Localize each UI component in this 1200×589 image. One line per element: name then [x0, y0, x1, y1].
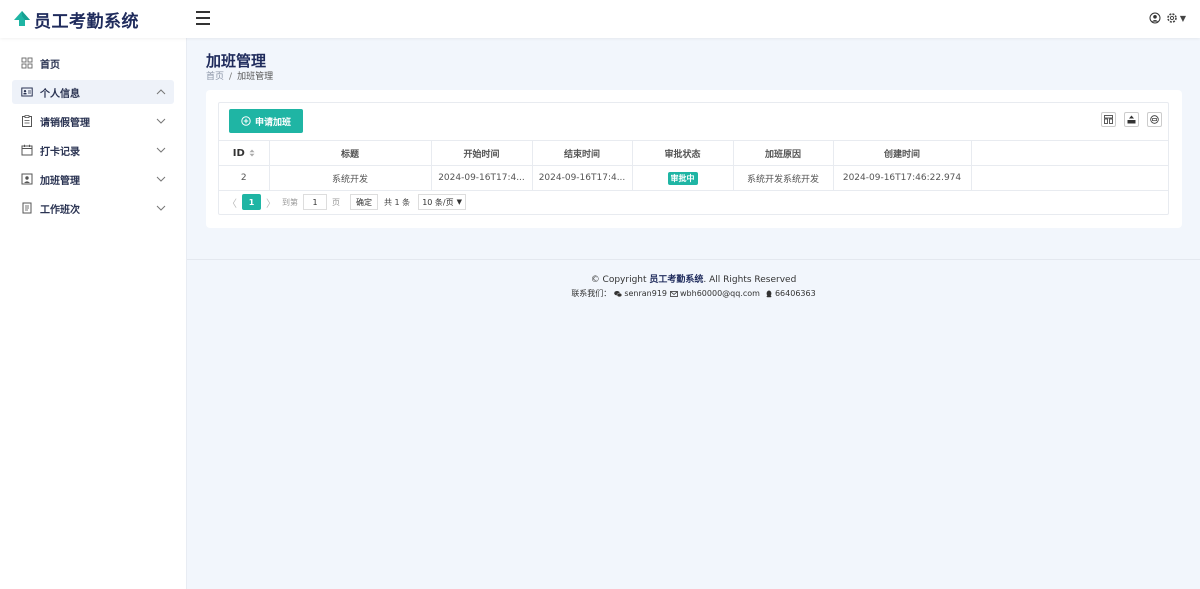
document-icon — [22, 202, 32, 214]
goto-prefix-label: 到第 — [282, 197, 298, 207]
calendar-icon — [21, 144, 33, 156]
cell-reason: 系统开发系统开发 — [733, 165, 834, 191]
sidebar: 首页 个人信息 请销假管理 打卡记录 加班管理 工作班次 — [0, 38, 187, 589]
chevron-down-icon: ▼ — [456, 198, 462, 206]
contact-wechat: senran919 — [624, 289, 668, 298]
sidebar-item-leave-management[interactable]: 请销假管理 — [12, 109, 174, 133]
sidebar-item-label: 加班管理 — [40, 175, 80, 187]
apply-overtime-label: 申请加班 — [254, 117, 291, 128]
wechat-icon — [614, 290, 623, 297]
sidebar-item-label: 工作班次 — [40, 204, 80, 216]
print-button[interactable] — [1147, 112, 1162, 127]
sidebar-item-work-shifts[interactable]: 工作班次 — [12, 196, 174, 220]
contact-qq: 66406363 — [774, 289, 816, 298]
tree-icon — [14, 11, 30, 26]
overtime-table: ID 标题 开始时间 结束时间 审批状态 加班原因 创建时间 2 系统开发 20… — [219, 140, 1168, 191]
print-icon — [1150, 115, 1159, 124]
breadcrumb-current: 加班管理 — [237, 72, 274, 82]
apply-overtime-button[interactable]: 申请加班 — [229, 109, 303, 133]
cell-title: 系统开发 — [269, 165, 432, 191]
prev-page-button[interactable]: 〈 — [225, 195, 239, 210]
export-icon — [1127, 115, 1136, 124]
next-page-button[interactable]: 〉 — [264, 195, 278, 210]
contact-email[interactable]: wbh60000@qq.com — [680, 289, 760, 298]
page-number-current[interactable]: 1 — [242, 194, 261, 210]
portrait-icon — [21, 173, 33, 185]
status-badge: 审批中 — [667, 171, 698, 185]
copyright-brand: 员工考勤系统 — [649, 275, 704, 285]
goto-suffix-label: 页 — [332, 197, 340, 207]
chevron-down-icon[interactable]: ▼ — [1180, 14, 1186, 23]
breadcrumb: 首页 / 加班管理 — [206, 69, 273, 82]
clipboard-icon — [22, 115, 32, 127]
table-header-row: ID 标题 开始时间 结束时间 审批状态 加班原因 创建时间 — [219, 140, 1168, 166]
app-title: 员工考勤系统 — [34, 11, 139, 32]
footer-divider — [187, 259, 1200, 260]
pagination: 〈 1 〉 到第 1 页 确定 共 1 条 10 条/页 ▼ — [225, 194, 466, 210]
goto-confirm-button[interactable]: 确定 — [350, 194, 378, 210]
chevron-up-icon — [156, 89, 166, 95]
sidebar-item-home[interactable]: 首页 — [12, 51, 174, 75]
qq-icon — [766, 290, 772, 297]
data-table-container: 申请加班 ID 标题 开始时间 结束时间 审批状态 加班原因 创建时间 2 系统… — [218, 102, 1169, 215]
column-header-title: 标题 — [269, 140, 432, 166]
app-logo[interactable]: 员工考勤系统 — [12, 8, 139, 32]
goto-page-input[interactable]: 1 — [303, 194, 327, 210]
sidebar-item-overtime-management[interactable]: 加班管理 — [12, 167, 174, 191]
copyright-prefix: © Copyright — [590, 275, 647, 285]
column-header-created-time: 创建时间 — [833, 140, 972, 166]
mail-icon — [670, 290, 678, 297]
gear-icon[interactable] — [1166, 12, 1178, 24]
sidebar-item-personal-info[interactable]: 个人信息 — [12, 80, 174, 104]
sidebar-item-clock-records[interactable]: 打卡记录 — [12, 138, 174, 162]
breadcrumb-separator: / — [229, 72, 233, 82]
table-tools — [1093, 112, 1162, 127]
chevron-down-icon — [156, 118, 166, 124]
column-header-reason: 加班原因 — [733, 140, 834, 166]
top-header: 员工考勤系统 ▼ — [0, 0, 1200, 38]
cell-start-time: 2024-09-16T17:4... — [431, 165, 533, 191]
content-card: 申请加班 ID 标题 开始时间 结束时间 审批状态 加班原因 创建时间 2 系统… — [206, 90, 1182, 228]
copyright-suffix: . All Rights Reserved — [703, 275, 797, 285]
plus-circle-icon — [241, 116, 251, 126]
total-count: 共 1 条 — [384, 197, 411, 207]
chevron-down-icon — [156, 176, 166, 182]
sidebar-item-label: 打卡记录 — [40, 146, 80, 158]
dashboard-icon — [21, 57, 33, 69]
footer-copyright: © Copyright 员工考勤系统. All Rights Reserved — [187, 272, 1200, 285]
sidebar-item-label: 个人信息 — [40, 88, 80, 100]
footer-contact: 联系我们： senran919 wbh60000@qq.com 66406363 — [187, 288, 1200, 299]
table-row[interactable]: 2 系统开发 2024-09-16T17:4... 2024-09-16T17:… — [219, 165, 1168, 191]
chevron-down-icon — [156, 205, 166, 211]
chevron-down-icon — [156, 147, 166, 153]
column-header-id[interactable]: ID — [219, 140, 270, 166]
export-button[interactable] — [1124, 112, 1139, 127]
cell-created-time: 2024-09-16T17:46:22.974 — [833, 165, 972, 191]
columns-icon — [1104, 115, 1113, 124]
cell-approval-status: 审批中 — [632, 165, 734, 191]
columns-filter-button[interactable] — [1101, 112, 1116, 127]
sort-icon[interactable] — [249, 149, 255, 157]
header-actions: ▼ — [1144, 12, 1186, 24]
page-size-select[interactable]: 10 条/页 ▼ — [418, 194, 466, 210]
sidebar-item-label: 首页 — [40, 59, 60, 71]
id-card-icon — [21, 87, 33, 97]
page-title: 加班管理 — [206, 52, 267, 70]
contact-label: 联系我们： — [571, 289, 612, 298]
page-size-value: 10 条/页 — [422, 197, 454, 207]
cell-end-time: 2024-09-16T17:4... — [532, 165, 633, 191]
column-header-filler — [971, 140, 1168, 166]
sidebar-item-label: 请销假管理 — [40, 117, 90, 129]
hamburger-icon[interactable] — [196, 11, 212, 27]
cell-id: 2 — [219, 165, 270, 191]
breadcrumb-home-link[interactable]: 首页 — [206, 72, 224, 82]
user-icon[interactable] — [1149, 12, 1161, 24]
column-header-approval-status: 审批状态 — [632, 140, 734, 166]
column-header-end-time: 结束时间 — [532, 140, 633, 166]
column-header-start-time: 开始时间 — [431, 140, 533, 166]
cell-filler — [971, 165, 1168, 191]
